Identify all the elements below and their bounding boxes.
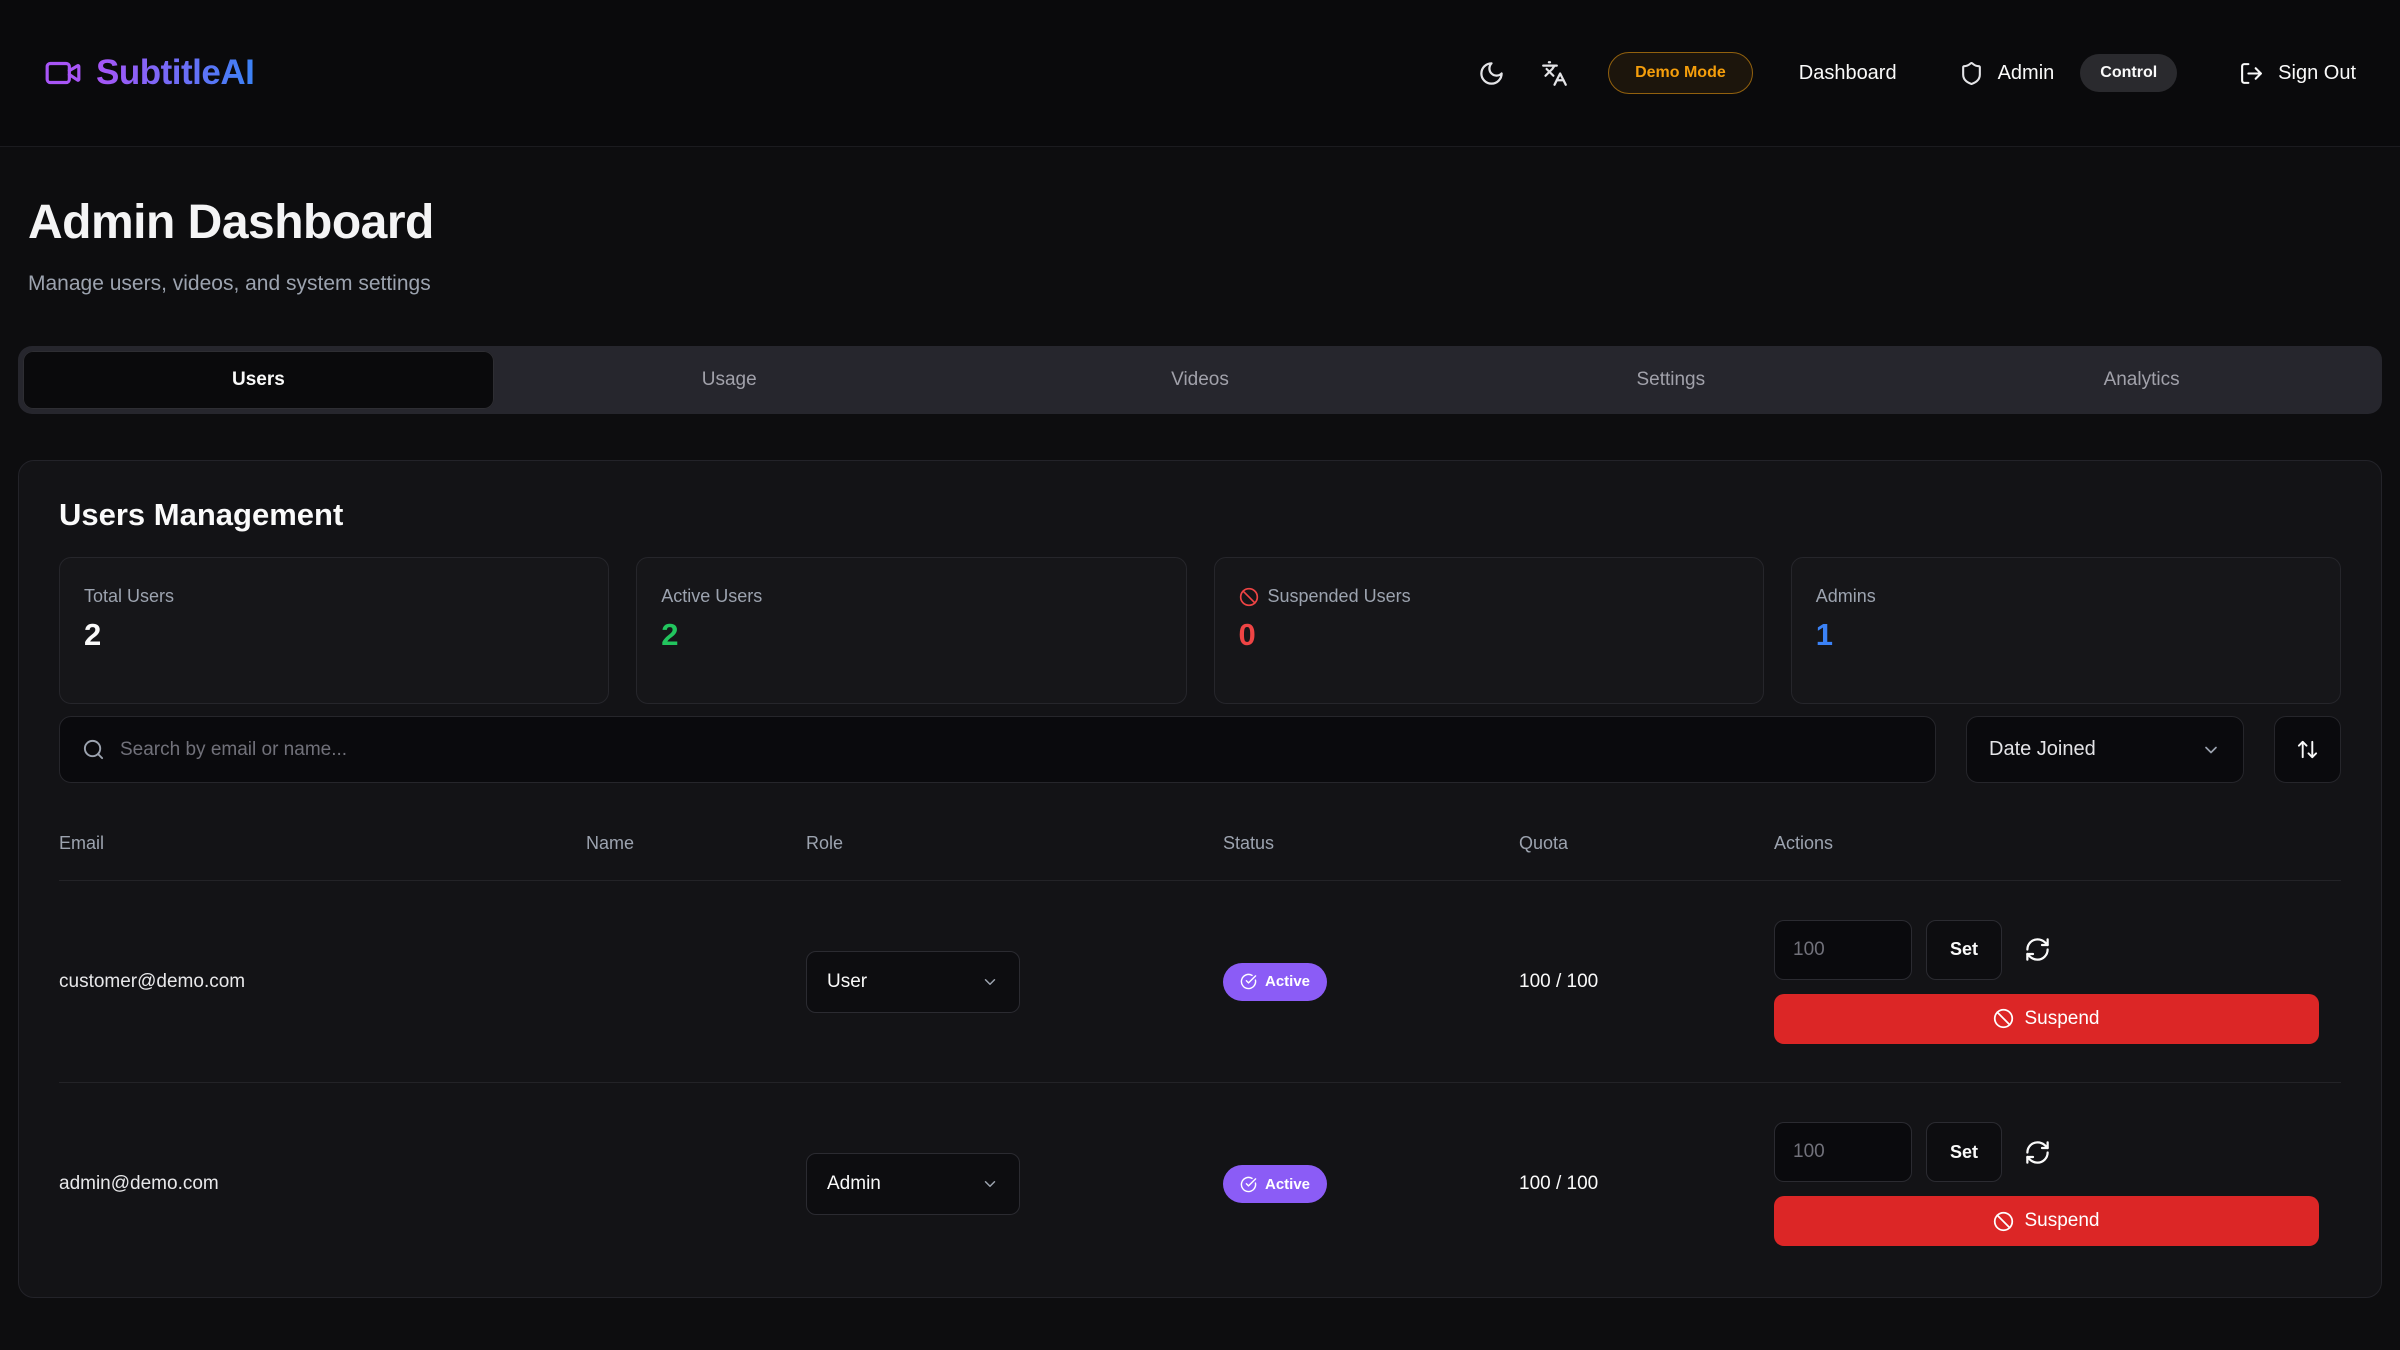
- nav-link-dashboard[interactable]: Dashboard: [1799, 62, 1897, 85]
- status-badge: Active: [1223, 963, 1327, 1001]
- page-subtitle: Manage users, videos, and system setting…: [28, 272, 2356, 296]
- quota-value: 100 / 100: [1519, 971, 1774, 993]
- log-out-icon: [2239, 61, 2264, 86]
- sort-by-select[interactable]: Date Joined: [1966, 716, 2244, 783]
- tab-videos[interactable]: Videos: [965, 351, 1436, 409]
- shield-icon: [1959, 61, 1984, 86]
- stat-value-suspended: 0: [1239, 617, 1739, 653]
- stat-value-admins: 1: [1816, 617, 2316, 653]
- video-icon: [44, 54, 82, 92]
- users-table: Email Name Role Status Quota Actions cus…: [59, 833, 2341, 1285]
- user-email: admin@demo.com: [59, 1173, 586, 1195]
- quota-input[interactable]: [1774, 920, 1912, 980]
- col-header-name: Name: [586, 833, 806, 854]
- brand-logo[interactable]: SubtitleAI: [44, 53, 254, 93]
- search-icon: [82, 738, 105, 761]
- suspend-user-button[interactable]: Suspend: [1774, 1196, 2319, 1246]
- role-value: User: [827, 971, 867, 993]
- col-header-email: Email: [59, 833, 586, 854]
- tab-usage[interactable]: Usage: [494, 351, 965, 409]
- table-header: Email Name Role Status Quota Actions: [59, 833, 2341, 881]
- col-header-status: Status: [1223, 833, 1519, 854]
- suspend-label: Suspend: [2024, 1008, 2099, 1030]
- role-select[interactable]: User: [806, 951, 1020, 1013]
- tab-settings[interactable]: Settings: [1435, 351, 1906, 409]
- sort-by-value: Date Joined: [1989, 738, 2096, 761]
- stat-label: Active Users: [661, 586, 762, 607]
- nav-actions: Demo Mode Dashboard Admin Control Sign O…: [1478, 52, 2356, 94]
- role-select[interactable]: Admin: [806, 1153, 1020, 1215]
- page-title: Admin Dashboard: [28, 195, 2356, 250]
- table-row: admin@demo.com Admin Active: [59, 1083, 2341, 1285]
- filter-row: Date Joined: [59, 716, 2341, 783]
- sign-out-button[interactable]: Sign Out: [2239, 61, 2356, 86]
- tab-users[interactable]: Users: [23, 351, 494, 409]
- row-actions: Set: [1774, 920, 2341, 1044]
- page-header: Admin Dashboard Manage users, videos, an…: [0, 147, 2400, 296]
- status-label: Active: [1265, 1176, 1310, 1193]
- refresh-icon: [2024, 936, 2051, 963]
- brand-name: SubtitleAI: [96, 53, 254, 93]
- users-management-panel: Users Management Total Users 2 Active Us…: [18, 460, 2382, 1298]
- ban-icon: [1993, 1211, 2014, 1232]
- quota-input[interactable]: [1774, 1122, 1912, 1182]
- sign-out-label: Sign Out: [2278, 62, 2356, 85]
- chevron-down-icon: [981, 973, 999, 991]
- ban-icon: [1239, 587, 1259, 607]
- languages-icon: [1541, 60, 1568, 87]
- suspend-label: Suspend: [2024, 1210, 2099, 1232]
- section-title: Users Management: [59, 497, 2341, 533]
- chevron-down-icon: [2201, 740, 2221, 760]
- col-header-role: Role: [806, 833, 1223, 854]
- set-quota-button[interactable]: Set: [1926, 1122, 2002, 1182]
- stat-active-users: Active Users 2: [636, 557, 1186, 704]
- stat-label: Total Users: [84, 586, 174, 607]
- demo-mode-badge: Demo Mode: [1608, 52, 1753, 94]
- set-quota-button[interactable]: Set: [1926, 920, 2002, 980]
- stat-label: Suspended Users: [1268, 586, 1411, 607]
- sort-direction-button[interactable]: [2274, 716, 2341, 783]
- search-box: [59, 716, 1936, 783]
- suspend-user-button[interactable]: Suspend: [1774, 994, 2319, 1044]
- control-badge: Control: [2080, 54, 2177, 92]
- refresh-quota-button[interactable]: [2024, 936, 2051, 963]
- stat-total-users: Total Users 2: [59, 557, 609, 704]
- stat-suspended-users: Suspended Users 0: [1214, 557, 1764, 704]
- language-button[interactable]: [1541, 60, 1568, 87]
- table-row: customer@demo.com User Acti: [59, 881, 2341, 1083]
- stats-row: Total Users 2 Active Users 2 Suspended U…: [59, 557, 2341, 704]
- top-nav: SubtitleAI Demo Mode Dashboard: [0, 0, 2400, 147]
- theme-toggle-button[interactable]: [1478, 60, 1505, 87]
- chevron-down-icon: [981, 1175, 999, 1193]
- admin-label: Admin: [1998, 62, 2055, 85]
- status-label: Active: [1265, 973, 1310, 990]
- moon-icon: [1478, 60, 1505, 87]
- col-header-quota: Quota: [1519, 833, 1774, 854]
- stat-value-total: 2: [84, 617, 584, 653]
- stat-value-active: 2: [661, 617, 1161, 653]
- row-actions: Set: [1774, 1122, 2341, 1246]
- ban-icon: [1993, 1008, 2014, 1029]
- col-header-actions: Actions: [1774, 833, 2341, 854]
- user-email: customer@demo.com: [59, 971, 586, 993]
- circle-check-icon: [1240, 973, 1257, 990]
- quota-value: 100 / 100: [1519, 1173, 1774, 1195]
- role-value: Admin: [827, 1173, 881, 1195]
- refresh-quota-button[interactable]: [2024, 1139, 2051, 1166]
- refresh-icon: [2024, 1139, 2051, 1166]
- stat-label: Admins: [1816, 586, 1876, 607]
- arrow-up-down-icon: [2296, 738, 2319, 761]
- tab-analytics[interactable]: Analytics: [1906, 351, 2377, 409]
- tab-bar: Users Usage Videos Settings Analytics: [18, 346, 2382, 414]
- stat-admins: Admins 1: [1791, 557, 2341, 704]
- circle-check-icon: [1240, 1176, 1257, 1193]
- status-badge: Active: [1223, 1165, 1327, 1203]
- admin-role-group: Admin Control: [1959, 54, 2178, 92]
- search-input[interactable]: [120, 739, 1913, 761]
